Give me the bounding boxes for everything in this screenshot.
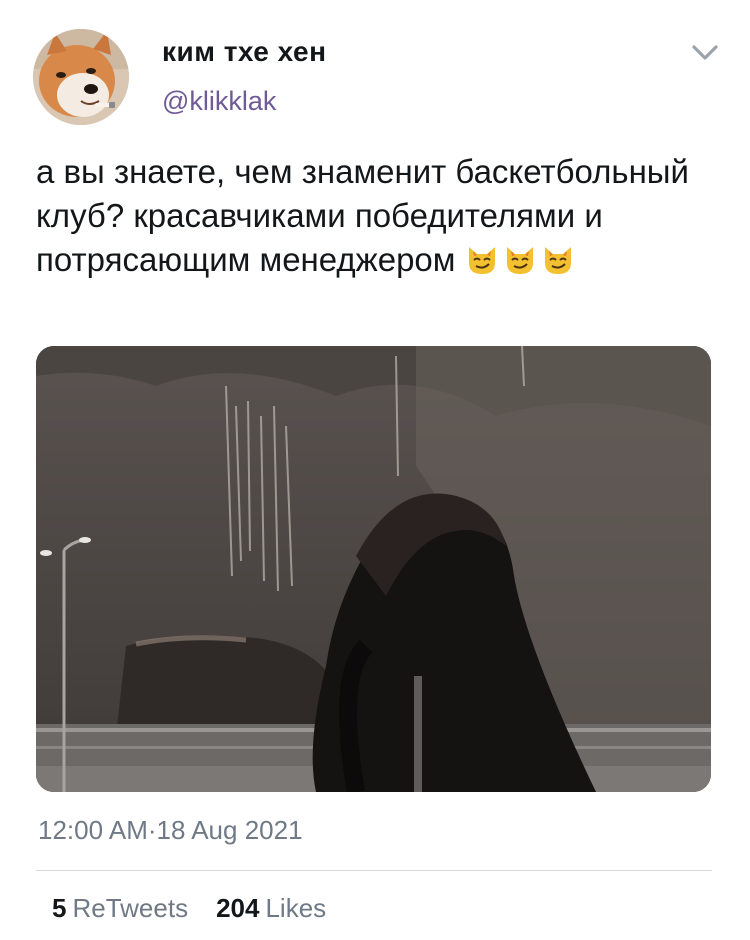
display-name[interactable]: ким тхе хен xyxy=(162,36,327,68)
engagement-stats: 5 ReTweets 204 Likes xyxy=(52,893,326,924)
divider xyxy=(36,870,712,871)
photo-girl-by-hillside xyxy=(36,346,711,792)
likes-label: Likes xyxy=(265,893,327,923)
smirking-cat-face-emoji xyxy=(465,243,499,277)
smirking-cat-face-emoji xyxy=(503,243,537,277)
chevron-down-icon[interactable] xyxy=(690,42,720,64)
emoji-group xyxy=(465,243,575,277)
tweet-text-content: а вы знаете, чем знаменит баскетбольный … xyxy=(36,153,689,278)
retweets-label: ReTweets xyxy=(72,893,189,923)
retweets-stat[interactable]: 5 ReTweets xyxy=(52,893,188,924)
shiba-inu-avatar-image xyxy=(33,29,129,125)
likes-count: 204 xyxy=(216,893,260,923)
retweets-count: 5 xyxy=(52,893,67,923)
tweet-text: а вы знаете, чем знаменит баскетбольный … xyxy=(36,150,716,282)
user-handle[interactable]: @klikklak xyxy=(162,86,276,117)
avatar[interactable] xyxy=(33,29,129,125)
smirking-cat-face-emoji xyxy=(541,243,575,277)
tweet-photo[interactable] xyxy=(36,346,711,792)
likes-stat[interactable]: 204 Likes xyxy=(216,893,326,924)
tweet-timestamp[interactable]: 12:00 AM·18 Aug 2021 xyxy=(38,815,303,846)
